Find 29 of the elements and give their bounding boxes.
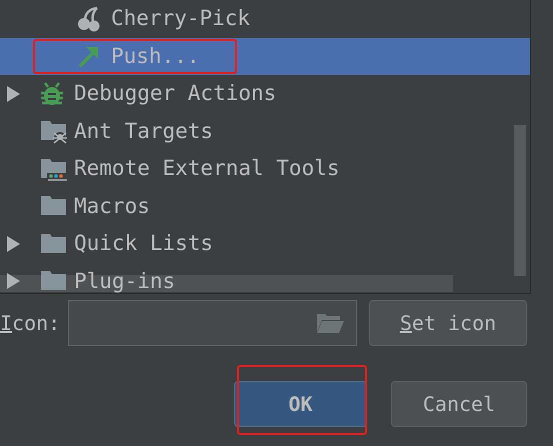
tree-item-label: Push... — [111, 42, 200, 70]
tree-item[interactable]: Ant Targets — [0, 112, 530, 150]
tree-item-label: Debugger Actions — [74, 80, 276, 107]
collapsed-arrow-icon[interactable] — [6, 86, 20, 102]
vertical-scrollbar[interactable] — [514, 125, 526, 276]
arrow-icon — [77, 44, 101, 68]
tree-item-label: Ant Targets — [74, 118, 214, 144]
tree-item[interactable]: Remote External Tools — [0, 150, 530, 188]
tree-item[interactable]: Quick Lists — [0, 225, 530, 262]
dialog-button[interactable]: Cancel — [391, 381, 527, 427]
tree-item[interactable]: Cherry-Pick — [0, 0, 530, 38]
tree-item-label: Quick Lists — [74, 230, 214, 257]
tree-item-label: Cherry-Pick — [111, 5, 250, 32]
tree-item[interactable]: Macros — [0, 188, 530, 225]
cherry-icon — [77, 6, 101, 32]
dialog-button[interactable]: Set icon — [369, 300, 527, 346]
tree-item-label: Macros — [74, 192, 150, 220]
tree-item-label: Remote External Tools — [74, 155, 340, 182]
icon-path-field[interactable] — [68, 300, 357, 346]
bug-icon — [40, 80, 64, 107]
tree-item-label: Plug-ins — [74, 268, 176, 293]
folder-icon — [40, 268, 68, 293]
tree-item[interactable]: Plug-ins — [0, 262, 530, 293]
collapsed-arrow-icon[interactable] — [6, 273, 20, 290]
icon-label: Icon: — [0, 310, 62, 337]
folder-bug-icon — [40, 118, 68, 144]
ok-button[interactable]: OK — [234, 381, 367, 427]
tree-item[interactable]: Debugger Actions — [0, 75, 530, 112]
collapsed-arrow-icon[interactable] — [6, 236, 20, 252]
